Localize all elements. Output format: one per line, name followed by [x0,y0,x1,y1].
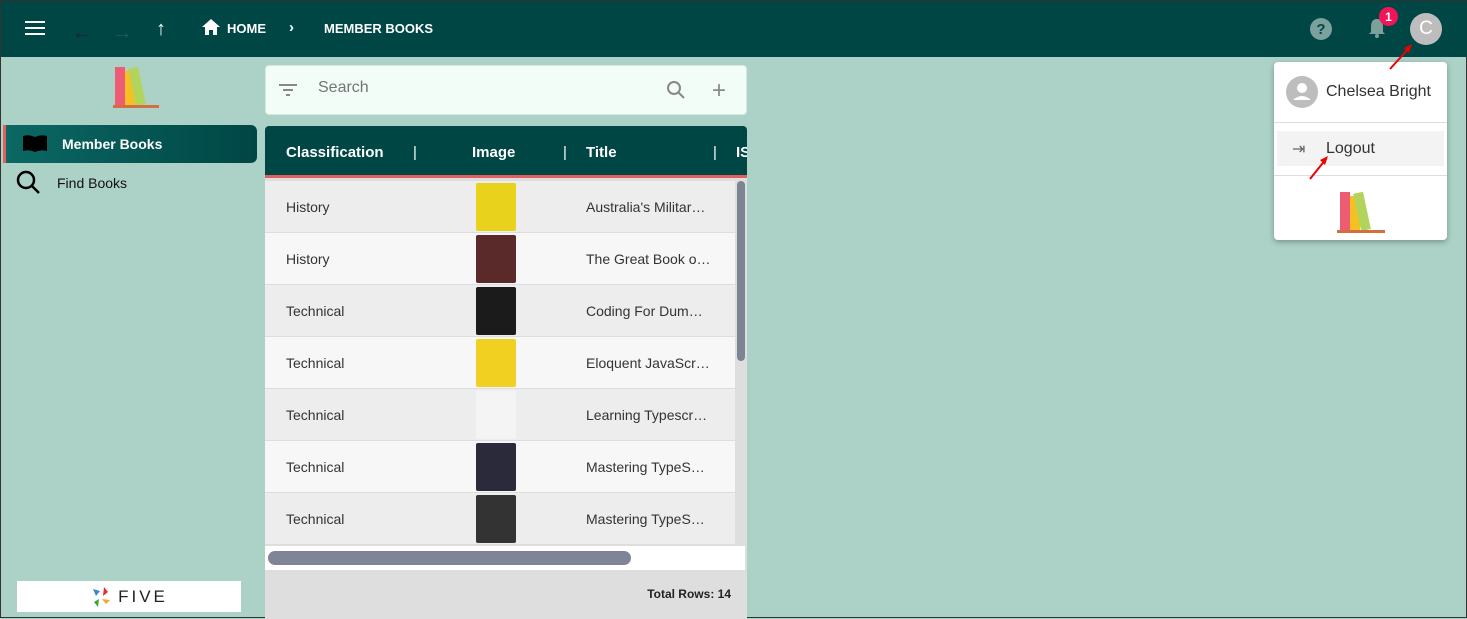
breadcrumb-home[interactable]: HOME [227,21,266,36]
books-logo [111,65,161,114]
top-bar: ← → ↑ HOME › MEMBER BOOKS ? 1 C [1,1,1467,57]
forward-arrow-icon[interactable]: → [111,19,133,45]
table-row[interactable]: History Australia's Militar… [265,181,735,233]
cell-classification: Technical [286,511,345,527]
cell-classification: Technical [286,303,345,319]
cell-classification: Technical [286,407,345,423]
column-divider[interactable]: | [563,144,567,161]
home-icon[interactable] [202,19,220,35]
column-header-classification[interactable]: Classification [286,144,384,161]
divider [1274,122,1447,123]
column-header-image[interactable]: Image [472,144,515,161]
filter-icon[interactable] [279,83,299,97]
logout-menu-item[interactable]: ⇥ Logout [1277,131,1444,166]
cell-title: Australia's Militar… [586,199,706,215]
notification-badge: 1 [1379,7,1398,26]
cell-classification: Technical [286,355,345,371]
cell-title: Coding For Dum… [586,303,703,319]
book-cover-image [476,235,516,283]
cell-title: The Great Book o… [586,251,711,267]
search-icon[interactable] [666,80,686,100]
column-header-title[interactable]: Title [586,144,617,161]
table-row[interactable]: Technical Mastering TypeS… [265,441,735,493]
user-name: Chelsea Bright [1326,83,1431,100]
cell-title: Mastering TypeS… [586,511,705,527]
book-cover-image [476,391,516,439]
cell-title: Eloquent JavaScr… [586,355,710,371]
cell-title: Learning Typescr… [586,407,708,423]
column-divider[interactable]: | [713,144,717,161]
book-open-icon [22,134,62,155]
logout-icon: ⇥ [1292,141,1306,158]
total-rows: Total Rows: 14 [647,587,731,601]
breadcrumb-member-books[interactable]: MEMBER BOOKS [324,21,433,36]
add-icon[interactable]: + [712,77,726,105]
book-cover-image [476,183,516,231]
sidebar-item-find-books[interactable]: Find Books [3,164,257,202]
vertical-scrollbar[interactable] [737,181,745,361]
menu-icon[interactable] [25,18,47,38]
up-arrow-icon[interactable]: ↑ [156,18,166,41]
user-avatar-icon [1286,76,1318,108]
search-input[interactable] [318,79,638,97]
table-row[interactable]: Technical Mastering TypeS… [265,493,735,545]
five-logo-text: FIVE [118,586,168,606]
search-icon [15,169,57,198]
help-icon[interactable]: ? [1310,18,1332,40]
chevron-right-icon: › [289,19,294,36]
divider [1274,175,1447,176]
cell-classification: Technical [286,459,345,475]
books-grid: Classification | Image | Title | IS Hist… [265,126,747,619]
cell-classification: History [286,251,330,267]
table-row[interactable]: Technical Coding For Dum… [265,285,735,337]
cell-title: Mastering TypeS… [586,459,705,475]
annotation-arrow [1309,156,1328,180]
book-cover-image [476,495,516,543]
book-cover-image [476,443,516,491]
user-menu: Chelsea Bright ⇥ Logout [1274,62,1447,240]
sidebar-item-label: Member Books [62,136,163,152]
column-divider[interactable]: | [413,144,417,161]
table-row[interactable]: Technical Eloquent JavaScr… [265,337,735,389]
book-cover-image [476,339,516,387]
column-header-isbn[interactable]: IS [736,144,747,161]
books-logo [1336,188,1386,239]
sidebar-item-label: Find Books [57,175,128,191]
five-logo: FIVE [17,581,241,612]
search-bar: + [265,65,747,115]
annotation-arrow [1389,44,1412,70]
book-cover-image [476,287,516,335]
table-row[interactable]: History The Great Book o… [265,233,735,285]
table-row[interactable]: Technical Learning Typescr… [265,389,735,441]
back-arrow-icon[interactable]: ← [71,19,93,45]
grid-header: Classification | Image | Title | IS [265,126,747,178]
cell-classification: History [286,199,330,215]
sidebar-item-member-books[interactable]: Member Books [3,125,257,163]
horizontal-scrollbar[interactable] [268,551,631,565]
